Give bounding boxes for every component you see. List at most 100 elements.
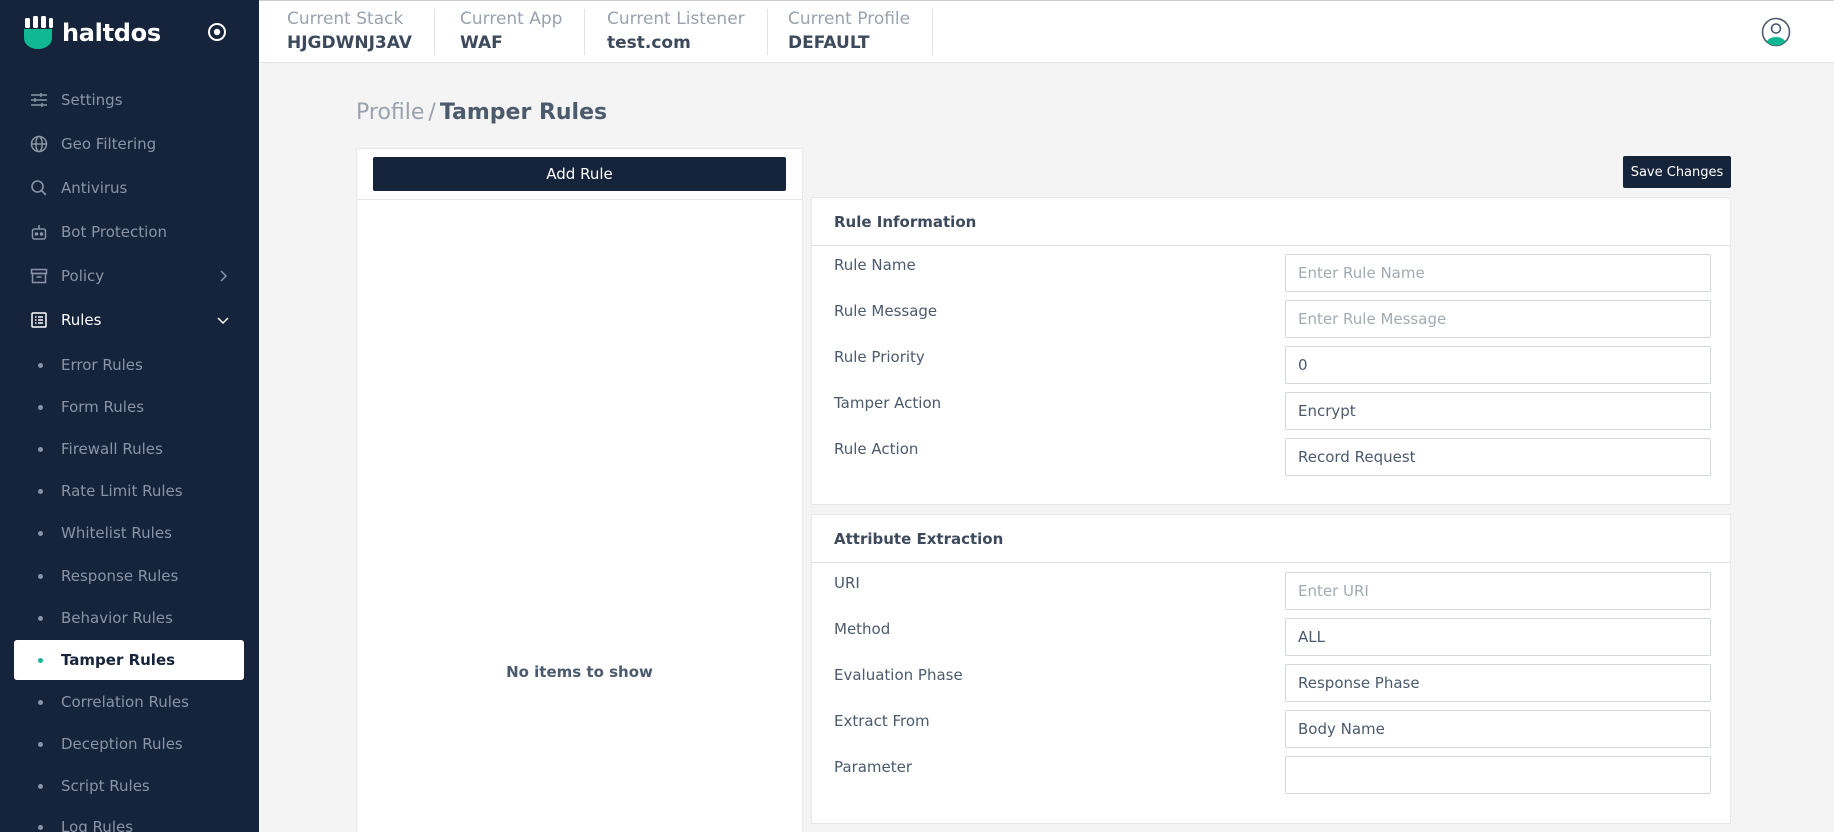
current-stack[interactable]: Current Stack HJGDWNJ3AV (287, 9, 435, 55)
save-changes-button[interactable]: Save Changes (1623, 156, 1731, 188)
bullet-dot-icon (38, 405, 43, 410)
tamper-action-select[interactable] (1285, 392, 1711, 430)
sidebar-subitem-label: Correlation Rules (61, 693, 189, 711)
method-label: Method (834, 620, 891, 638)
extract-from-label: Extract From (834, 712, 930, 730)
robot-icon (30, 223, 48, 241)
list-icon (30, 311, 48, 329)
add-rule-button[interactable]: Add Rule (373, 157, 786, 191)
sidebar-subitem-firewall-rules[interactable]: Firewall Rules (14, 429, 244, 469)
rule-name-label: Rule Name (834, 256, 916, 274)
globe-icon (30, 135, 48, 153)
chevron-down-icon (215, 312, 231, 328)
sidebar-item-bot-protection[interactable]: Bot Protection (0, 212, 259, 252)
sidebar-item-label: Geo Filtering (61, 135, 157, 153)
archive-icon (30, 267, 48, 285)
sidebar-item-label: Policy (61, 267, 105, 285)
sidebar-subitem-label: Deception Rules (61, 735, 183, 753)
sidebar-subitem-form-rules[interactable]: Form Rules (14, 387, 244, 427)
sidebar-subitem-rate-limit-rules[interactable]: Rate Limit Rules (14, 471, 244, 511)
rule-action-select[interactable] (1285, 438, 1711, 476)
sidebar-subitem-label: Whitelist Rules (61, 524, 172, 542)
bullet-dot-icon (38, 784, 43, 789)
current-stack-value: HJGDWNJ3AV (287, 33, 412, 53)
sidebar-subitem-label: Error Rules (61, 356, 143, 374)
sidebar-item-rules[interactable]: Rules (0, 300, 259, 340)
empty-state-message: No items to show (506, 663, 653, 681)
rules-list-panel: Add Rule No items to show (356, 148, 803, 832)
parameter-row: Parameter (812, 756, 1730, 796)
sidebar-subitem-error-rules[interactable]: Error Rules (14, 345, 244, 385)
uri-input[interactable] (1285, 572, 1711, 610)
sidebar-item-geo-filtering[interactable]: Geo Filtering (0, 124, 259, 164)
haltdos-logo-icon (22, 16, 54, 50)
sidebar-subitem-label: Log Rules (61, 818, 134, 832)
current-profile-label: Current Profile (788, 9, 911, 29)
rule-information-title: Rule Information (812, 198, 1730, 246)
sidebar-item-label: Antivirus (61, 179, 128, 197)
attribute-extraction-title: Attribute Extraction (812, 515, 1730, 563)
rule-name-input[interactable] (1285, 254, 1711, 292)
sidebar-item-label: Rules (61, 311, 102, 329)
parameter-input[interactable] (1285, 756, 1711, 794)
bullet-dot-icon (38, 825, 43, 830)
uri-label: URI (834, 574, 860, 592)
sidebar-subitem-label: Rate Limit Rules (61, 482, 183, 500)
evaluation-phase-select[interactable] (1285, 664, 1711, 702)
bullet-dot-icon (38, 616, 43, 621)
tamper-action-label: Tamper Action (834, 394, 942, 412)
sidebar-item-policy[interactable]: Policy (0, 256, 259, 296)
breadcrumb: Profile / Tamper Rules (356, 100, 607, 125)
rule-message-input[interactable] (1285, 300, 1711, 338)
current-profile-value: DEFAULT (788, 33, 870, 53)
sidebar-subitem-whitelist-rules[interactable]: Whitelist Rules (14, 513, 244, 553)
brand-name: haltdos (62, 19, 161, 47)
bullet-dot-icon (38, 658, 43, 663)
bullet-dot-icon (38, 447, 43, 452)
sidebar-subitem-log-rules[interactable]: Log Rules (14, 807, 244, 832)
current-profile[interactable]: Current Profile DEFAULT (788, 9, 934, 55)
breadcrumb-root[interactable]: Profile (356, 100, 424, 125)
sidebar-item-settings[interactable]: Settings (0, 80, 259, 120)
sliders-icon (30, 91, 48, 109)
bullet-dot-icon (38, 363, 43, 368)
current-listener[interactable]: Current Listener test.com (607, 9, 768, 55)
sidebar-subitem-behavior-rules[interactable]: Behavior Rules (14, 598, 244, 638)
chevron-right-icon (215, 268, 231, 284)
sidebar-item-label: Settings (61, 91, 123, 109)
sidebar-subitem-tamper-rules[interactable]: Tamper Rules (14, 640, 244, 680)
method-select[interactable] (1285, 618, 1711, 656)
sidebar-item-antivirus[interactable]: Antivirus (0, 168, 259, 208)
rule-information-card: Rule Information Rule Name Rule Message … (811, 197, 1731, 505)
tamper-action-row: Tamper Action (812, 392, 1730, 432)
current-stack-label: Current Stack (287, 9, 404, 29)
parameter-label: Parameter (834, 758, 913, 776)
current-listener-value: test.com (607, 33, 691, 53)
sidebar-subitem-label: Behavior Rules (61, 609, 173, 627)
rule-message-label: Rule Message (834, 302, 938, 320)
rule-action-label: Rule Action (834, 440, 919, 458)
sidebar-item-label: Bot Protection (61, 223, 168, 241)
sidebar-subitem-label: Script Rules (61, 777, 150, 795)
rule-name-row: Rule Name (812, 254, 1730, 294)
sidebar-subitem-correlation-rules[interactable]: Correlation Rules (14, 682, 244, 722)
current-app-value: WAF (460, 33, 503, 53)
extract-from-select[interactable] (1285, 710, 1711, 748)
sidebar-subitem-deception-rules[interactable]: Deception Rules (14, 724, 244, 764)
user-avatar-icon[interactable] (1761, 17, 1791, 47)
sidebar-toggle-button[interactable] (205, 20, 229, 44)
sidebar-subitem-script-rules[interactable]: Script Rules (14, 766, 244, 806)
rule-priority-row: Rule Priority (812, 346, 1730, 386)
brand[interactable]: haltdos (22, 16, 161, 50)
rule-message-row: Rule Message (812, 300, 1730, 340)
attribute-extraction-card: Attribute Extraction URI Method Evaluati… (811, 514, 1731, 824)
current-app[interactable]: Current App WAF (460, 9, 586, 55)
search-icon (30, 179, 48, 197)
evaluation-phase-row: Evaluation Phase (812, 664, 1730, 704)
rule-priority-input[interactable] (1285, 346, 1711, 384)
sidebar-subitem-label: Firewall Rules (61, 440, 163, 458)
rule-action-row: Rule Action (812, 438, 1730, 478)
current-app-label: Current App (460, 9, 563, 29)
sidebar-subitem-response-rules[interactable]: Response Rules (14, 556, 244, 596)
bullet-dot-icon (38, 531, 43, 536)
